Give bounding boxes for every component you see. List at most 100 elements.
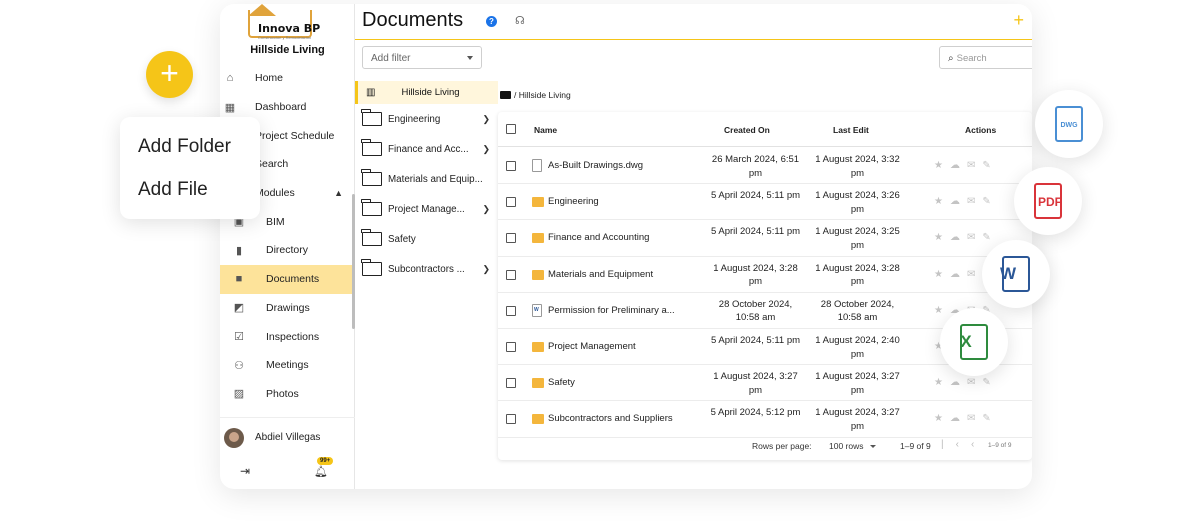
bell-icon[interactable]: 🔔︎ bbox=[314, 465, 328, 478]
row-name[interactable]: Permission for Preliminary a... bbox=[548, 305, 693, 316]
add-icon[interactable]: + bbox=[1013, 10, 1024, 31]
star-icon[interactable]: ★ bbox=[934, 305, 950, 316]
row-created-on: 5 April 2024, 5:11 pm bbox=[710, 190, 801, 202]
logout-icon[interactable]: ⇥ bbox=[240, 464, 250, 478]
tree-item-project-management[interactable]: Project Manage... ❯ bbox=[355, 194, 498, 224]
chevron-up-icon[interactable]: ▲ bbox=[334, 188, 343, 198]
add-filter-select[interactable]: Add filter bbox=[362, 46, 482, 69]
sidebar-item-meetings[interactable]: ⚇ Meetings bbox=[220, 351, 355, 380]
download-icon[interactable]: ☁ bbox=[950, 160, 967, 171]
download-icon[interactable]: ☁ bbox=[950, 232, 967, 243]
chevron-right-icon[interactable]: ❯ bbox=[482, 204, 490, 215]
chevron-right-icon[interactable]: ❯ bbox=[482, 114, 490, 125]
excel-file-icon: X bbox=[960, 324, 988, 360]
table-row[interactable]: Safety 1 August 2024, 3:27 pm 1 August 202… bbox=[498, 365, 1032, 402]
edit-icon[interactable]: ✎ bbox=[982, 232, 997, 243]
support-icon[interactable]: ☊ bbox=[515, 14, 525, 27]
search-input[interactable]: ⌕ Search bbox=[939, 46, 1032, 69]
breadcrumb-item[interactable]: Hillside Living bbox=[519, 90, 571, 100]
row-last-edit: 28 October 2024, 10:58 am bbox=[820, 298, 895, 324]
column-created-on[interactable]: Created On bbox=[724, 125, 770, 135]
sidebar-item-drawings[interactable]: ◩ Drawings bbox=[220, 294, 355, 323]
download-icon[interactable]: ☁ bbox=[950, 269, 967, 280]
download-icon[interactable]: ☁ bbox=[950, 377, 967, 388]
star-icon[interactable]: ★ bbox=[934, 269, 950, 280]
table-row[interactable]: Engineering 5 April 2024, 5:11 pm 1 August… bbox=[498, 184, 1032, 221]
star-icon[interactable]: ★ bbox=[934, 196, 950, 207]
row-checkbox[interactable] bbox=[506, 378, 516, 389]
add-file-menu-item[interactable]: Add File bbox=[138, 179, 208, 201]
sidebar-item-directory[interactable]: ▮ Directory bbox=[220, 236, 355, 265]
table-row[interactable]: As-Built Drawings.dwg 26 March 2024, 6:51… bbox=[498, 148, 1032, 185]
mail-icon[interactable]: ✉ bbox=[967, 160, 982, 171]
row-actions: ★☁✉✎ bbox=[934, 232, 998, 243]
checklist-icon: ☑ bbox=[234, 331, 244, 344]
sidebar-item-label: Meetings bbox=[266, 359, 309, 372]
edit-icon[interactable]: ✎ bbox=[982, 413, 997, 424]
home-icon: ⌂ bbox=[226, 72, 234, 85]
sidebar-item-home[interactable]: ⌂ Home bbox=[220, 64, 355, 93]
row-name[interactable]: Materials and Equipment bbox=[548, 269, 693, 280]
sidebar-item-label: Home bbox=[255, 72, 284, 85]
mail-icon[interactable]: ✉ bbox=[967, 269, 982, 280]
user-name: Abdiel Villegas bbox=[255, 432, 321, 443]
add-fab-button[interactable]: + bbox=[146, 51, 193, 98]
row-checkbox[interactable] bbox=[506, 161, 516, 171]
table-row[interactable]: Subcontractors and Suppliers 5 April 2024… bbox=[498, 401, 1032, 438]
folder-outline-icon bbox=[361, 169, 382, 186]
column-last-edit[interactable]: Last Edit bbox=[833, 125, 869, 135]
chevron-right-icon[interactable]: ❯ bbox=[482, 264, 490, 275]
tree-item-materials[interactable]: Materials and Equip... bbox=[355, 164, 498, 194]
row-checkbox[interactable] bbox=[506, 197, 516, 208]
tree-item-finance[interactable]: Finance and Acc... ❯ bbox=[355, 134, 498, 164]
select-all-checkbox[interactable] bbox=[506, 124, 516, 134]
avatar bbox=[224, 427, 244, 448]
row-created-on: 26 March 2024, 6:51 pm bbox=[711, 154, 800, 179]
row-checkbox[interactable] bbox=[506, 342, 516, 352]
add-folder-menu-item[interactable]: Add Folder bbox=[138, 136, 231, 158]
row-checkbox[interactable] bbox=[506, 414, 516, 425]
directory-icon: ▮ bbox=[235, 244, 243, 257]
row-name[interactable]: As-Built Drawings.dwg bbox=[548, 160, 693, 171]
edit-icon[interactable]: ✎ bbox=[982, 196, 997, 207]
sidebar-item-inspections[interactable]: ☑ Inspections bbox=[220, 322, 355, 351]
tree-item-subcontractors[interactable]: Subcontractors ... ❯ bbox=[355, 254, 498, 284]
prev-page-icon[interactable]: ‹ bbox=[971, 439, 986, 450]
fab-menu: Add Folder Add File bbox=[120, 117, 260, 219]
row-name[interactable]: Finance and Accounting bbox=[548, 232, 693, 243]
tree-item-safety[interactable]: Safety bbox=[355, 224, 498, 254]
row-name[interactable]: Subcontractors and Suppliers bbox=[548, 413, 693, 424]
user-profile[interactable]: Abdiel Villegas bbox=[220, 417, 355, 457]
row-name[interactable]: Safety bbox=[548, 377, 693, 388]
edit-icon[interactable]: ✎ bbox=[982, 377, 997, 388]
tree-root[interactable]: ▥ Hillside Living bbox=[355, 81, 498, 104]
row-checkbox[interactable] bbox=[506, 269, 516, 280]
folder-icon bbox=[500, 91, 511, 99]
edit-icon[interactable]: ✎ bbox=[982, 160, 997, 171]
table-row[interactable]: Finance and Accounting 5 April 2024, 5:11… bbox=[498, 220, 1032, 257]
row-checkbox[interactable] bbox=[506, 305, 516, 316]
row-checkbox[interactable] bbox=[506, 233, 516, 244]
help-icon[interactable]: ? bbox=[486, 16, 497, 27]
mail-icon[interactable]: ✉ bbox=[967, 196, 982, 207]
sidebar-item-photos[interactable]: ▨ Photos bbox=[220, 380, 355, 409]
row-name[interactable]: Project Management bbox=[548, 341, 693, 352]
mail-icon[interactable]: ✉ bbox=[967, 232, 982, 243]
sidebar-item-documents[interactable]: ■ Documents bbox=[220, 264, 355, 294]
download-icon[interactable]: ☁ bbox=[950, 196, 967, 207]
star-icon[interactable]: ★ bbox=[934, 377, 950, 388]
page-range-small: 1–9 of 9 bbox=[988, 442, 1012, 449]
chevron-right-icon[interactable]: ❯ bbox=[482, 144, 490, 155]
download-icon[interactable]: ☁ bbox=[950, 413, 967, 424]
star-icon[interactable]: ★ bbox=[934, 232, 950, 243]
star-icon[interactable]: ★ bbox=[934, 160, 950, 171]
rows-per-page-select[interactable]: 100 rows bbox=[829, 441, 876, 451]
row-name[interactable]: Engineering bbox=[548, 196, 693, 207]
mail-icon[interactable]: ✉ bbox=[967, 413, 982, 424]
first-page-icon[interactable]: |‹ bbox=[941, 439, 971, 450]
tree-item-engineering[interactable]: Engineering ❯ bbox=[355, 104, 498, 134]
table-row[interactable]: Materials and Equipment 1 August 2024, 3:… bbox=[498, 257, 1032, 293]
mail-icon[interactable]: ✉ bbox=[967, 377, 982, 388]
star-icon[interactable]: ★ bbox=[934, 413, 950, 424]
column-name[interactable]: Name bbox=[534, 125, 557, 135]
